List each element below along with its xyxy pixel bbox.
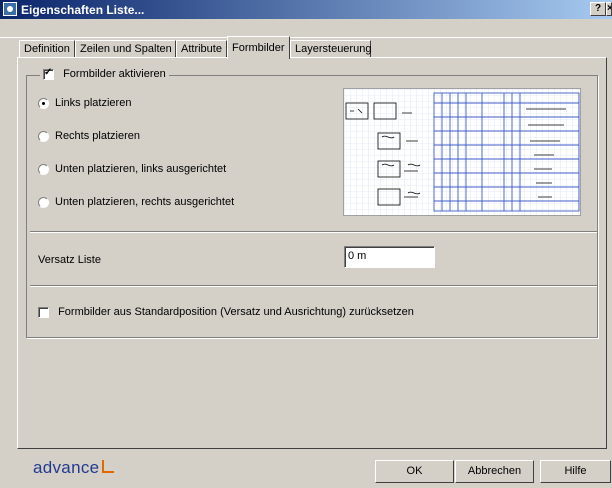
logo-mark-icon	[102, 460, 115, 473]
preview-drawing	[344, 89, 580, 215]
radio-indicator[interactable]	[38, 97, 49, 109]
logo-text: advance	[33, 458, 100, 477]
radio-links[interactable]: Links platzieren	[38, 96, 131, 110]
radio-label: Rechts platzieren	[55, 130, 140, 142]
radio-label: Unten platzieren, links ausgerichtet	[55, 163, 227, 175]
placement-preview-image	[343, 88, 581, 216]
tab-formbilder[interactable]: Formbilder	[227, 36, 290, 59]
close-title-button[interactable]: ×	[606, 2, 612, 16]
checkbox-box[interactable]	[43, 67, 54, 80]
radio-unten-rechts[interactable]: Unten platzieren, rechts ausgerichtet	[38, 195, 234, 209]
tab-layersteuerung[interactable]: Layersteuerung	[290, 40, 371, 58]
tab-strip-line	[0, 37, 612, 38]
advance-logo: advance	[33, 458, 115, 478]
radio-indicator[interactable]	[38, 163, 49, 175]
checkbox-label: Formbilder aus Standardposition (Versatz…	[58, 306, 414, 318]
radio-rechts[interactable]: Rechts platzieren	[38, 129, 140, 143]
help-title-button[interactable]: ?	[590, 2, 606, 16]
reset-checkbox[interactable]: Formbilder aus Standardposition (Versatz…	[38, 306, 414, 318]
tab-attribute[interactable]: Attribute	[176, 40, 227, 58]
tab-zeilen-und-spalten[interactable]: Zeilen und Spalten	[75, 40, 176, 58]
checkbox-box[interactable]	[38, 306, 49, 318]
radio-label: Links platzieren	[55, 97, 132, 109]
window-title: Eigenschaften Liste...	[21, 3, 145, 17]
separator	[30, 285, 597, 287]
radio-label: Unten platzieren, rechts ausgerichtet	[55, 196, 235, 208]
abbrechen-button[interactable]: Abbrechen	[455, 460, 534, 483]
formbilder-aktivieren-checkbox[interactable]: Formbilder aktivieren	[40, 67, 169, 82]
hilfe-button[interactable]: Hilfe	[540, 460, 611, 483]
separator	[30, 231, 597, 233]
ok-button[interactable]: OK	[375, 460, 454, 483]
title-bar: Eigenschaften Liste... ? ×	[0, 0, 612, 19]
versatz-liste-input[interactable]: 0 m	[344, 246, 435, 268]
radio-indicator[interactable]	[38, 196, 49, 208]
app-icon	[3, 2, 17, 16]
checkbox-label: Formbilder aktivieren	[63, 68, 166, 80]
versatz-liste-label: Versatz Liste	[38, 254, 101, 266]
tab-definition[interactable]: Definition	[19, 40, 75, 58]
radio-indicator[interactable]	[38, 130, 49, 142]
radio-unten-links[interactable]: Unten platzieren, links ausgerichtet	[38, 162, 226, 176]
